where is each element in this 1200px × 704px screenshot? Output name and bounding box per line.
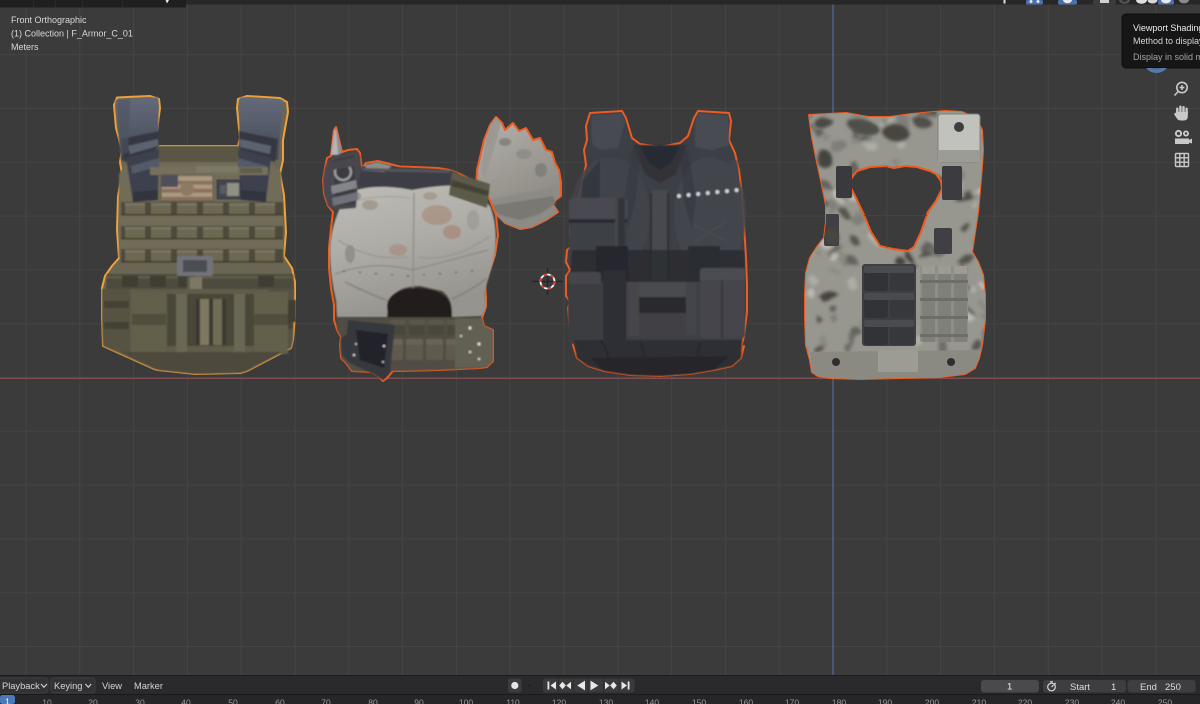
svg-text:20: 20 (88, 698, 98, 704)
svg-text:30: 30 (135, 698, 145, 704)
svg-text:10: 10 (42, 698, 52, 704)
svg-text:180: 180 (832, 698, 846, 704)
svg-text:Method to display: Method to display (1133, 36, 1200, 46)
svg-text:Marker: Marker (134, 681, 163, 691)
svg-text:210: 210 (972, 698, 986, 704)
svg-text:160: 160 (739, 698, 753, 704)
svg-text:140: 140 (645, 698, 659, 704)
svg-text:150: 150 (692, 698, 706, 704)
svg-text:120: 120 (552, 698, 566, 704)
svg-text:90: 90 (414, 698, 424, 704)
svg-text:50: 50 (228, 698, 238, 704)
svg-text:130: 130 (599, 698, 613, 704)
svg-text:250: 250 (1158, 698, 1172, 704)
svg-text:1: 1 (1007, 682, 1012, 693)
svg-text:40: 40 (181, 698, 191, 704)
svg-text:240: 240 (1111, 698, 1125, 704)
svg-text:Start: Start (1070, 682, 1090, 693)
svg-text:220: 220 (1018, 698, 1032, 704)
svg-text:1: 1 (5, 697, 10, 704)
svg-text:110: 110 (506, 698, 520, 704)
svg-text:170: 170 (785, 698, 799, 704)
svg-text:80: 80 (368, 698, 378, 704)
svg-text:Meters: Meters (11, 42, 39, 52)
svg-text:Display in solid m: Display in solid m (1133, 52, 1200, 62)
svg-text:End: End (1140, 682, 1157, 693)
svg-text:(1) Collection | F_Armor_C_01: (1) Collection | F_Armor_C_01 (11, 29, 133, 39)
svg-text:1: 1 (1111, 682, 1116, 693)
svg-text:200: 200 (925, 698, 939, 704)
svg-text:Keying: Keying (54, 681, 82, 691)
svg-text:Front Orthographic: Front Orthographic (11, 15, 87, 25)
svg-text:60: 60 (275, 698, 285, 704)
svg-text:250: 250 (1165, 682, 1181, 693)
svg-text:100: 100 (459, 698, 473, 704)
svg-text:Playback: Playback (2, 681, 40, 691)
svg-text:190: 190 (878, 698, 892, 704)
svg-text:230: 230 (1065, 698, 1079, 704)
svg-text:Viewport Shading: Viewport Shading (1133, 23, 1200, 33)
svg-text:70: 70 (321, 698, 331, 704)
svg-text:View: View (102, 681, 122, 691)
